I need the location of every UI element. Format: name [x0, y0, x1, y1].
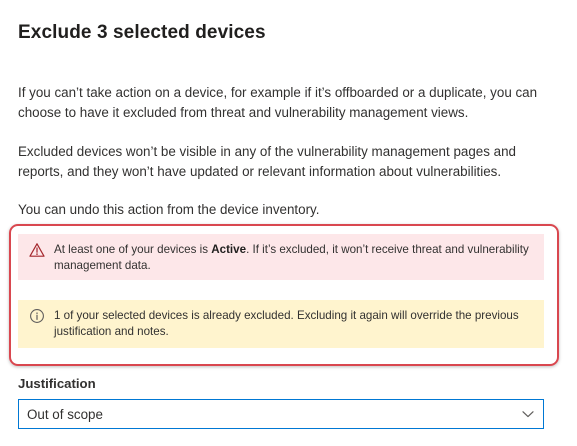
chevron-down-icon [522, 411, 534, 418]
exclude-devices-panel: Exclude 3 selected devices If you can’t … [0, 0, 577, 446]
panel-title: Exclude 3 selected devices [18, 22, 266, 43]
justification-dropdown[interactable]: Out of scope [18, 399, 544, 429]
description-paragraph-2: Excluded devices won’t be visible in any… [18, 144, 516, 179]
warning-text-start: At least one of your devices is [54, 243, 212, 256]
justification-selected-value: Out of scope [27, 406, 103, 422]
description-paragraph-3: You can undo this action from the device… [18, 202, 320, 217]
warning-triangle-icon [29, 243, 45, 257]
already-excluded-info: 1 of your selected devices is already ex… [18, 300, 544, 348]
justification-label: Justification [18, 376, 96, 391]
active-device-warning: At least one of your devices is Active. … [18, 234, 544, 280]
info-circle-icon [30, 309, 44, 323]
info-text: 1 of your selected devices is already ex… [54, 309, 519, 338]
description-paragraph-1: If you can’t take action on a device, fo… [18, 85, 538, 120]
warning-text-bold: Active [211, 243, 247, 256]
